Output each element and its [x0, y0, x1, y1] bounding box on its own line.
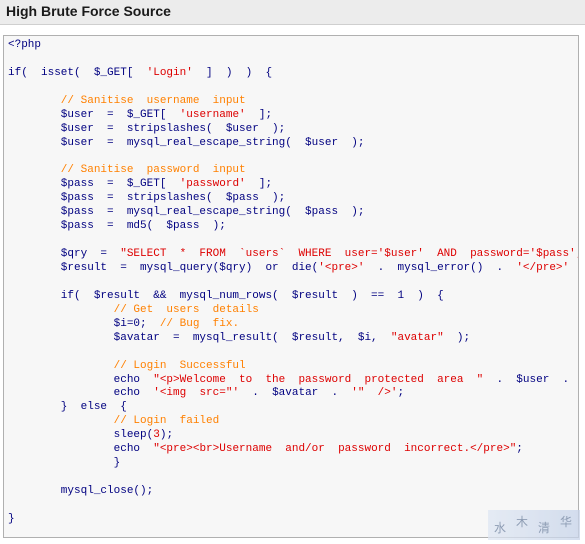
code-token: // Login failed: [8, 415, 220, 428]
code-line: // Login Successful: [8, 359, 578, 374]
code-token: }: [8, 512, 15, 525]
code-token: "<p>Welcome to the password protected ar…: [153, 373, 484, 386]
code-token: $pass = md5( $pass );: [8, 220, 226, 233]
watermark-char: 水: [494, 521, 507, 535]
code-token: "SELECT * FROM `users` WHERE user='$user…: [120, 248, 579, 261]
code-line: // Sanitise password input: [8, 164, 578, 178]
code-token: '" />': [351, 387, 398, 400]
code-token: $avatar = mysql_result( $result, $i,: [8, 331, 391, 344]
watermark-char: 华: [560, 515, 573, 529]
code-line: echo '<img src="' . $avatar . '" />';: [8, 387, 578, 401]
code-token: $user = stripslashes( $user );: [8, 122, 286, 135]
code-token: "avatar": [390, 331, 444, 344]
code-token: sleep(: [8, 429, 154, 442]
code-token: mysql_close();: [8, 485, 154, 497]
watermark-char: 清: [538, 521, 551, 535]
code-line: $avatar = mysql_result( $result, $i, "av…: [8, 331, 578, 346]
code-token: ] ) ) {: [192, 66, 273, 79]
code-line: mysql_close();: [8, 485, 578, 499]
code-token: $pass = stripslashes( $pass );: [8, 192, 286, 205]
code-token: // Sanitise username input: [8, 94, 246, 107]
code-line: <?php: [8, 39, 578, 53]
code-token: $result = mysql_query($qry) or die(: [8, 262, 319, 274]
code-line: sleep(3);: [8, 429, 578, 443]
code-token: . $user .: [483, 373, 579, 386]
watermark-logo: 水 木 清 华: [488, 510, 580, 540]
code-line: $pass = stripslashes( $pass );: [8, 192, 578, 206]
code-token: <?php: [8, 39, 42, 51]
code-token: } else {: [8, 401, 127, 414]
code-line: // Login failed: [8, 415, 578, 429]
code-token: ;: [516, 443, 523, 456]
code-line: $pass = md5( $pass );: [8, 220, 578, 234]
code-token: 'Login': [146, 66, 193, 79]
code-line: $i=0; // Bug fix.: [8, 317, 578, 332]
code-token: if( $result && mysql_num_rows( $result )…: [8, 289, 444, 302]
code-token: 3: [153, 429, 160, 442]
code-token: ];: [245, 178, 273, 191]
code-line: $qry = "SELECT * FROM `users` WHERE user…: [8, 248, 579, 262]
code-token: );: [443, 331, 471, 344]
code-token: // Login Successful: [8, 359, 246, 372]
code-line: // Get users details: [8, 303, 578, 318]
code-token: echo: [8, 387, 154, 400]
code-token: . mysql_error() .: [364, 262, 517, 274]
page-title: High Brute Force Source: [6, 3, 171, 19]
code-token: '</pre>': [516, 262, 570, 274]
code-token: "<pre><br>Username and/or password incor…: [153, 443, 517, 456]
code-token: // Get users details: [8, 303, 259, 316]
code-line: echo "<p>Welcome to the password protect…: [8, 373, 579, 388]
code-line: } else {: [8, 401, 578, 415]
code-token: ;: [397, 387, 405, 400]
code-token: // Sanitise password input: [8, 164, 246, 177]
code-token: echo: [8, 373, 154, 386]
code-line: $result = mysql_query($qry) or die('<pre…: [8, 262, 578, 276]
title-bar: High Brute Force Source: [0, 0, 585, 25]
code-line: }: [8, 457, 578, 471]
code-line: // Sanitise username input: [8, 94, 578, 109]
code-line: $pass = $_GET[ 'password' ];: [8, 178, 578, 192]
code-token: '<img src="': [153, 387, 240, 400]
code-token: $pass = $_GET[: [8, 178, 180, 191]
code-line: if( $result && mysql_num_rows( $result )…: [8, 289, 578, 304]
code-token: $pass = mysql_real_escape_string( $pass …: [8, 206, 365, 219]
code-token: echo: [8, 443, 154, 456]
code-token: $user = $_GET[: [8, 108, 180, 121]
code-line: $user = stripslashes( $user );: [8, 122, 578, 137]
code-token: $qry =: [8, 248, 121, 261]
code-token: ];: [245, 108, 273, 121]
code-token: // Bug fix.: [159, 317, 240, 330]
code-token: if( isset( $_GET[: [8, 66, 147, 79]
source-code-panel: <?php if( isset( $_GET[ 'Login' ] ) ) { …: [3, 35, 579, 538]
watermark-char: 木: [516, 515, 529, 529]
code-line: echo "<pre><br>Username and/or password …: [8, 443, 578, 457]
source-code: <?php if( isset( $_GET[ 'Login' ] ) ) { …: [8, 39, 579, 537]
code-line: $pass = mysql_real_escape_string( $pass …: [8, 206, 578, 220]
code-token: . $avatar .: [239, 387, 352, 400]
code-line: if( isset( $_GET[ 'Login' ] ) ) {: [8, 66, 578, 81]
code-line: $user = $_GET[ 'username' ];: [8, 108, 578, 123]
code-token: $user = mysql_real_escape_string( $user …: [8, 136, 365, 149]
code-token: }: [8, 457, 121, 470]
code-token: 'password': [179, 178, 246, 191]
code-token: $i=0;: [8, 317, 160, 330]
code-token: );: [569, 262, 578, 274]
code-token: '<pre>': [318, 262, 365, 274]
code-token: );: [159, 429, 174, 442]
code-token: 'username': [179, 108, 246, 121]
code-line: $user = mysql_real_escape_string( $user …: [8, 136, 578, 151]
